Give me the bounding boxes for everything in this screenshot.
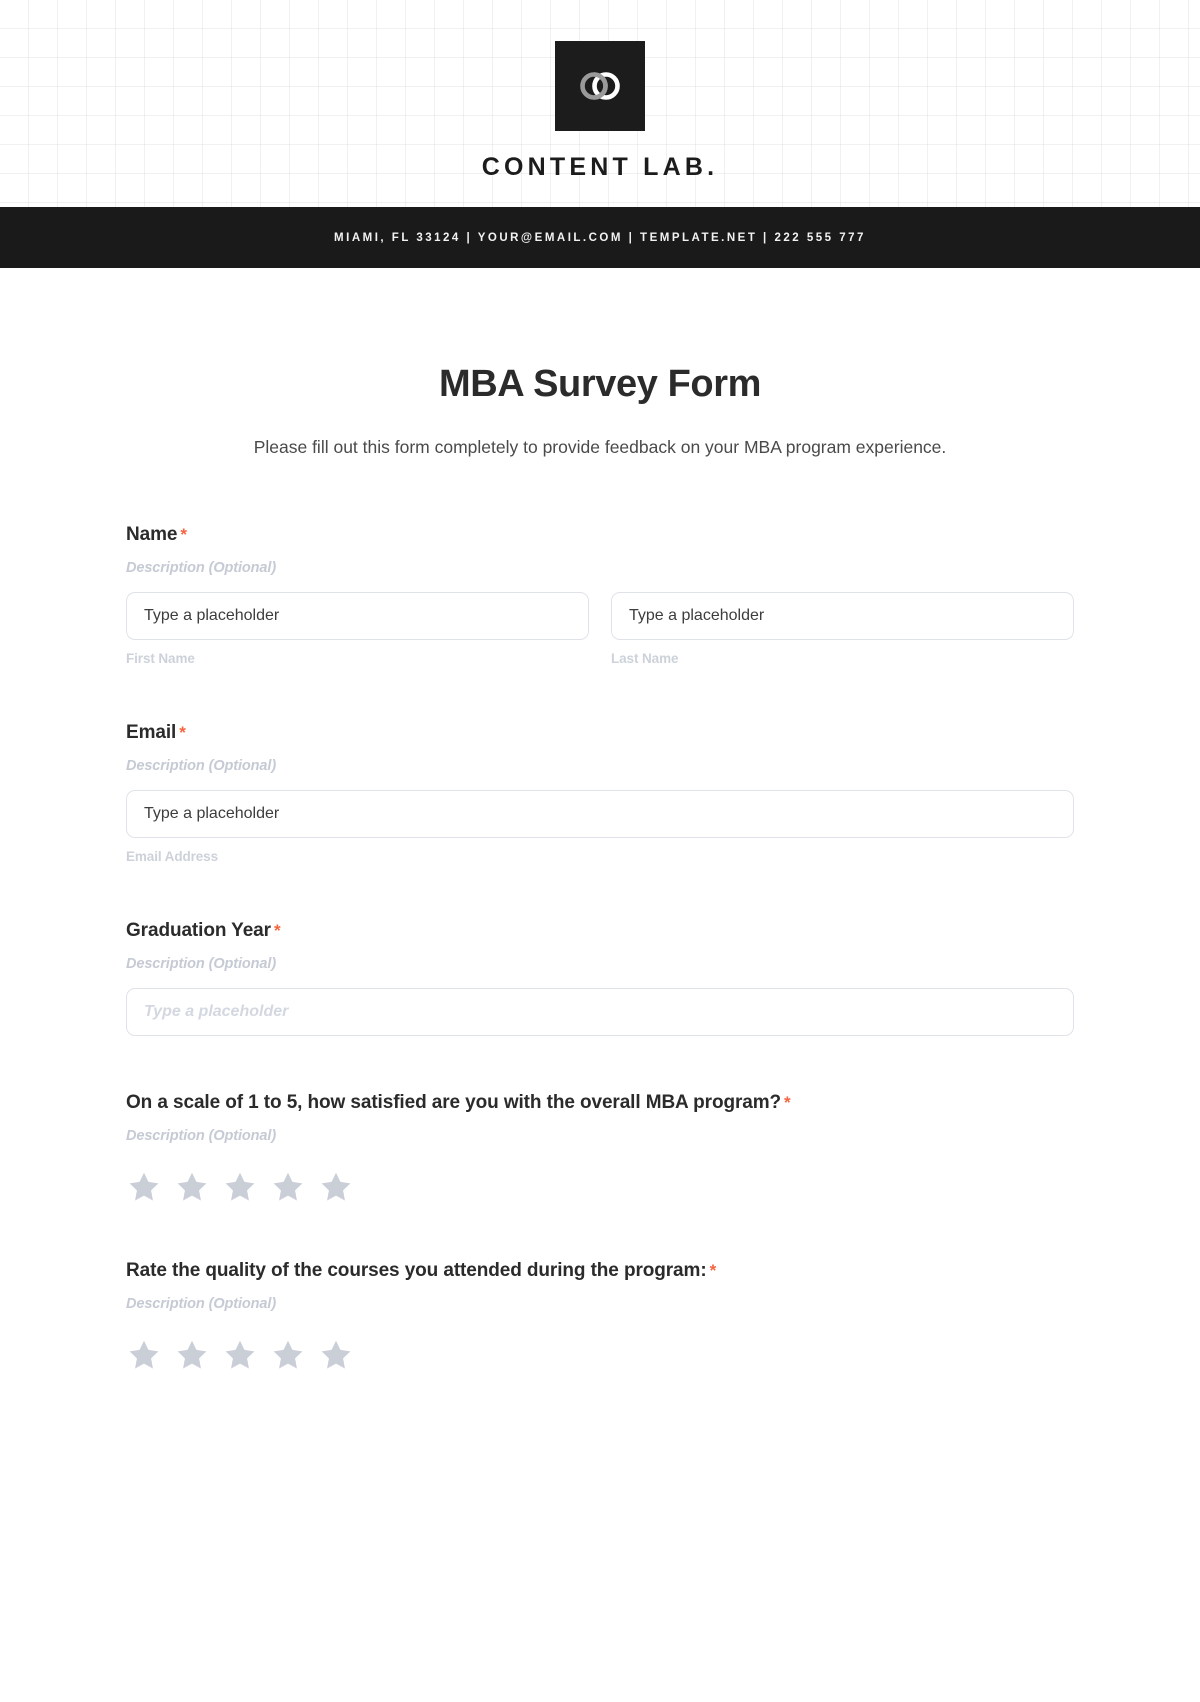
field-label: Email *	[126, 722, 1074, 744]
last-name-input[interactable]	[611, 592, 1074, 641]
input-row	[126, 988, 1074, 1037]
field-name: Name* Description (Optional) First Name …	[126, 524, 1074, 666]
star-icon[interactable]	[127, 1338, 161, 1372]
field-graduation-year: Graduation Year * Description (Optional)	[126, 920, 1074, 1037]
last-name-sublabel: Last Name	[611, 651, 679, 667]
first-name-input[interactable]	[126, 592, 589, 641]
contact-bar: MIAMI, FL 33124 | YOUR@EMAIL.COM | TEMPL…	[0, 207, 1200, 268]
field-label: Graduation Year *	[126, 920, 1074, 942]
page-title: MBA Survey Form	[439, 363, 761, 405]
email-sublabel: Email Address	[126, 849, 218, 865]
star-rating-overall-satisfaction[interactable]	[126, 1170, 1074, 1204]
contact-info-text: MIAMI, FL 33124 | YOUR@EMAIL.COM | TEMPL…	[334, 231, 866, 244]
field-description: Description (Optional)	[126, 758, 277, 775]
first-name-column: First Name	[126, 592, 589, 666]
star-icon[interactable]	[271, 1338, 305, 1372]
form-body: MBA Survey Form Please fill out this for…	[0, 363, 1200, 1372]
required-asterisk: *	[180, 525, 187, 545]
field-label-text: Name	[126, 524, 178, 546]
page-subtitle: Please fill out this form completely to …	[253, 437, 947, 457]
email-input[interactable]	[126, 790, 1074, 839]
star-rating-course-quality[interactable]	[126, 1338, 1074, 1372]
email-column: Email Address	[126, 790, 1074, 864]
field-label: On a scale of 1 to 5, how satisfied are …	[126, 1092, 1074, 1114]
star-icon[interactable]	[319, 1170, 353, 1204]
interlocking-rings-icon	[577, 69, 623, 103]
field-label: Name *	[126, 524, 1074, 546]
field-label-text: Rate the quality of the courses you atte…	[126, 1260, 707, 1282]
required-asterisk: *	[709, 1261, 717, 1281]
star-icon[interactable]	[319, 1338, 353, 1372]
form-page: CONTENT LAB. MIAMI, FL 33124 | YOUR@EMAI…	[0, 0, 1200, 1702]
required-asterisk: *	[179, 723, 186, 743]
field-label: Rate the quality of the courses you atte…	[126, 1260, 1074, 1282]
last-name-column: Last Name	[611, 592, 1074, 666]
graduation-year-column	[126, 988, 1074, 1037]
first-name-sublabel: First Name	[126, 651, 195, 667]
field-overall-satisfaction: On a scale of 1 to 5, how satisfied are …	[126, 1092, 1074, 1204]
star-icon[interactable]	[271, 1170, 305, 1204]
field-label-text: On a scale of 1 to 5, how satisfied are …	[126, 1092, 782, 1114]
field-label-text: Email	[126, 722, 177, 744]
brand-header: CONTENT LAB.	[0, 0, 1200, 207]
field-email: Email* Description (Optional) Email Addr…	[126, 722, 1074, 864]
graduation-year-input[interactable]	[126, 988, 1074, 1037]
field-description: Description (Optional)	[126, 1296, 277, 1313]
field-description: Description (Optional)	[126, 956, 277, 973]
required-asterisk: *	[784, 1093, 791, 1113]
brand-logo	[555, 41, 645, 131]
input-row: First Name Last Name	[126, 592, 1074, 666]
star-icon[interactable]	[127, 1170, 161, 1204]
field-label-text: Graduation Year	[126, 920, 271, 942]
star-icon[interactable]	[175, 1170, 209, 1204]
brand-name: CONTENT LAB.	[481, 153, 719, 181]
star-icon[interactable]	[175, 1338, 209, 1372]
field-description: Description (Optional)	[126, 560, 277, 577]
field-course-quality: Rate the quality of the courses you atte…	[126, 1260, 1074, 1372]
star-icon[interactable]	[223, 1338, 257, 1372]
input-row: Email Address	[126, 790, 1074, 864]
star-icon[interactable]	[223, 1170, 257, 1204]
field-description: Description (Optional)	[126, 1128, 277, 1145]
required-asterisk: *	[273, 921, 281, 941]
